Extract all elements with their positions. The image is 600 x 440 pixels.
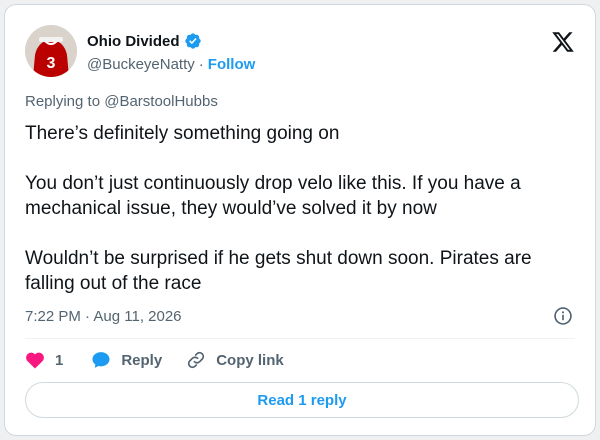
tweet-timestamp[interactable]: 7:22 PM · Aug 11, 2026 — [25, 308, 182, 325]
x-logo-icon[interactable] — [551, 30, 575, 54]
author-handle[interactable]: @BuckeyeNatty — [87, 56, 195, 73]
author-name-row: Ohio Divided — [87, 32, 202, 50]
follow-button[interactable]: Follow — [208, 56, 256, 73]
copy-link-button[interactable]: Copy link — [186, 350, 284, 370]
avatar-jersey-number: 3 — [47, 55, 56, 72]
heart-icon — [26, 352, 44, 369]
replying-to-mention[interactable]: @BarstoolHubbs — [104, 93, 218, 110]
tweet-time: 7:22 PM — [25, 308, 81, 325]
divider — [25, 338, 575, 339]
read-replies-button[interactable]: Read 1 reply — [25, 382, 579, 418]
tweet-paragraph: There’s definitely something going on — [25, 123, 340, 144]
tweet-paragraph: You don’t just continuously drop velo li… — [25, 173, 521, 219]
avatar-jersey-image: 3 — [25, 25, 77, 77]
tweet-date: Aug 11, 2026 — [93, 308, 182, 325]
copy-link-label: Copy link — [216, 351, 284, 369]
reply-label: Reply — [121, 351, 163, 369]
info-icon[interactable] — [553, 306, 573, 326]
author-display-name[interactable]: Ohio Divided — [87, 33, 180, 50]
handle-separator: · — [198, 56, 204, 73]
author-handle-row: @BuckeyeNatty · Follow — [87, 56, 255, 73]
timestamp-separator: · — [85, 308, 91, 325]
tweet-paragraph: Wouldn’t be surprised if he gets shut do… — [25, 248, 532, 294]
speech-bubble-icon — [92, 352, 110, 368]
tweet-text: There’s definitely something going on Yo… — [25, 121, 580, 296]
reply-button[interactable]: Reply — [91, 350, 162, 370]
replying-to-line: Replying to @BarstoolHubbs — [25, 93, 218, 110]
verified-badge-icon — [184, 33, 201, 49]
avatar[interactable]: 3 — [25, 25, 77, 77]
like-button[interactable]: 1 — [25, 350, 63, 370]
link-icon — [188, 351, 205, 369]
like-count: 1 — [55, 351, 64, 369]
replying-to-prefix: Replying to — [25, 93, 101, 110]
tweet-card: 3 Ohio Divided @BuckeyeNatty · Follow Re… — [4, 4, 596, 436]
action-bar: 1 Reply Copy link — [25, 349, 284, 371]
